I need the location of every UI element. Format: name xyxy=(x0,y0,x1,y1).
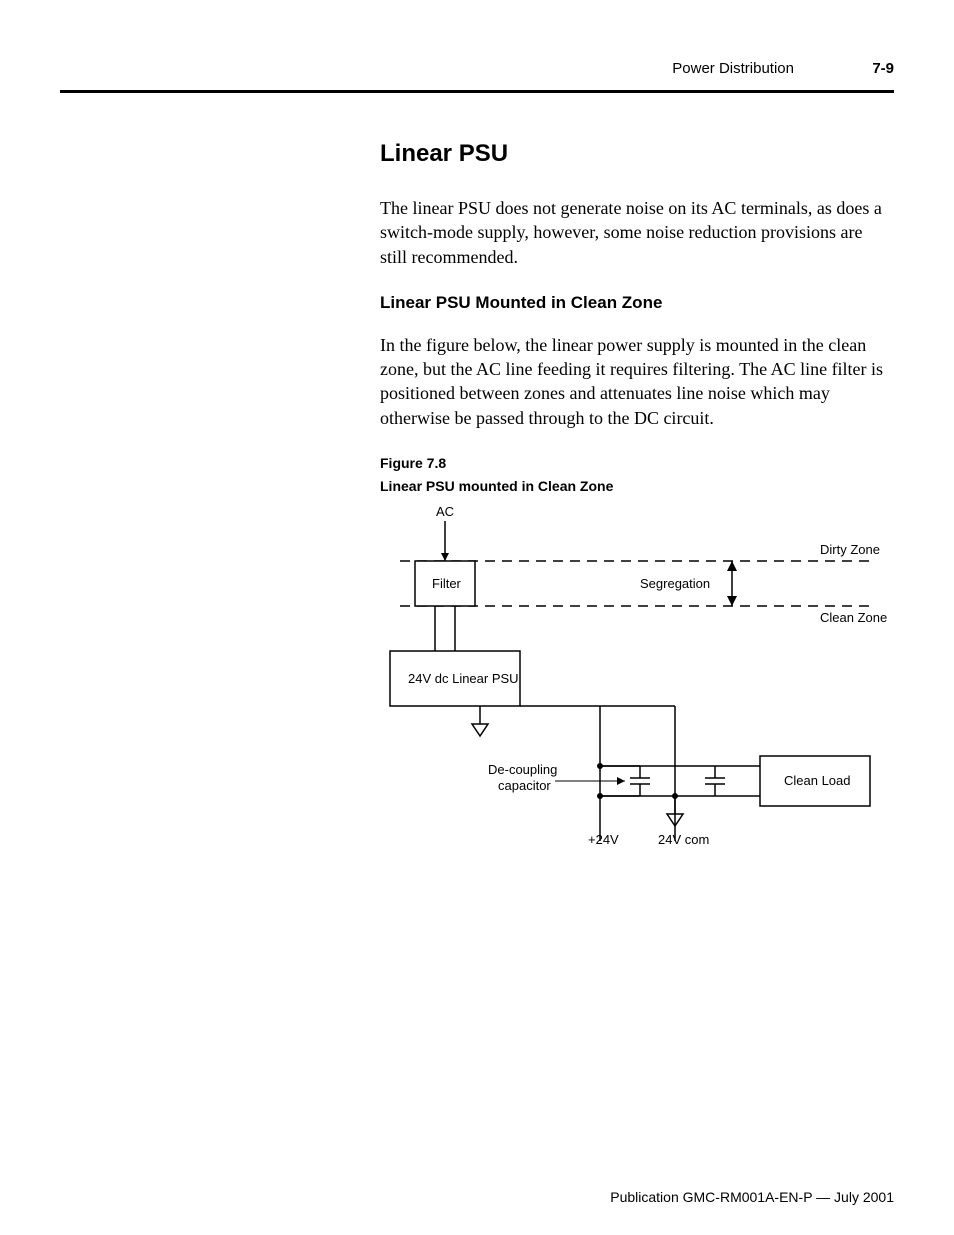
figure-diagram: AC Filter Segregation Dirty Zone Clean Z… xyxy=(380,506,894,866)
section-title: Linear PSU xyxy=(380,140,894,168)
label-decoupling-1: De-coupling xyxy=(488,762,557,777)
label-24v-com: 24V com xyxy=(658,832,709,847)
subsection-title: Linear PSU Mounted in Clean Zone xyxy=(380,293,894,313)
header-chapter: Power Distribution xyxy=(672,60,794,77)
label-psu: 24V dc Linear PSU xyxy=(408,671,519,686)
label-dirty-zone: Dirty Zone xyxy=(820,542,880,557)
main-content: Linear PSU The linear PSU does not gener… xyxy=(380,140,894,866)
header-rule xyxy=(60,90,894,93)
label-plus24v: +24V xyxy=(588,832,619,847)
page-footer: Publication GMC-RM001A-EN-P — July 2001 xyxy=(610,1189,894,1205)
label-clean-load: Clean Load xyxy=(784,773,851,788)
page: Power Distribution 7-9 Linear PSU The li… xyxy=(0,0,954,1235)
figure-number: Figure 7.8 xyxy=(380,454,894,473)
figure-caption: Linear PSU mounted in Clean Zone xyxy=(380,477,894,496)
label-ac: AC xyxy=(436,504,454,519)
diagram-svg xyxy=(380,506,894,866)
page-header: Power Distribution 7-9 xyxy=(60,60,894,94)
header-page-number: 7-9 xyxy=(872,60,894,77)
label-filter: Filter xyxy=(432,576,461,591)
label-decoupling-2: capacitor xyxy=(498,778,551,793)
subsection-body: In the figure below, the linear power su… xyxy=(380,333,894,430)
label-clean-zone: Clean Zone xyxy=(820,610,887,625)
section-intro: The linear PSU does not generate noise o… xyxy=(380,196,894,269)
label-segregation: Segregation xyxy=(640,576,710,591)
